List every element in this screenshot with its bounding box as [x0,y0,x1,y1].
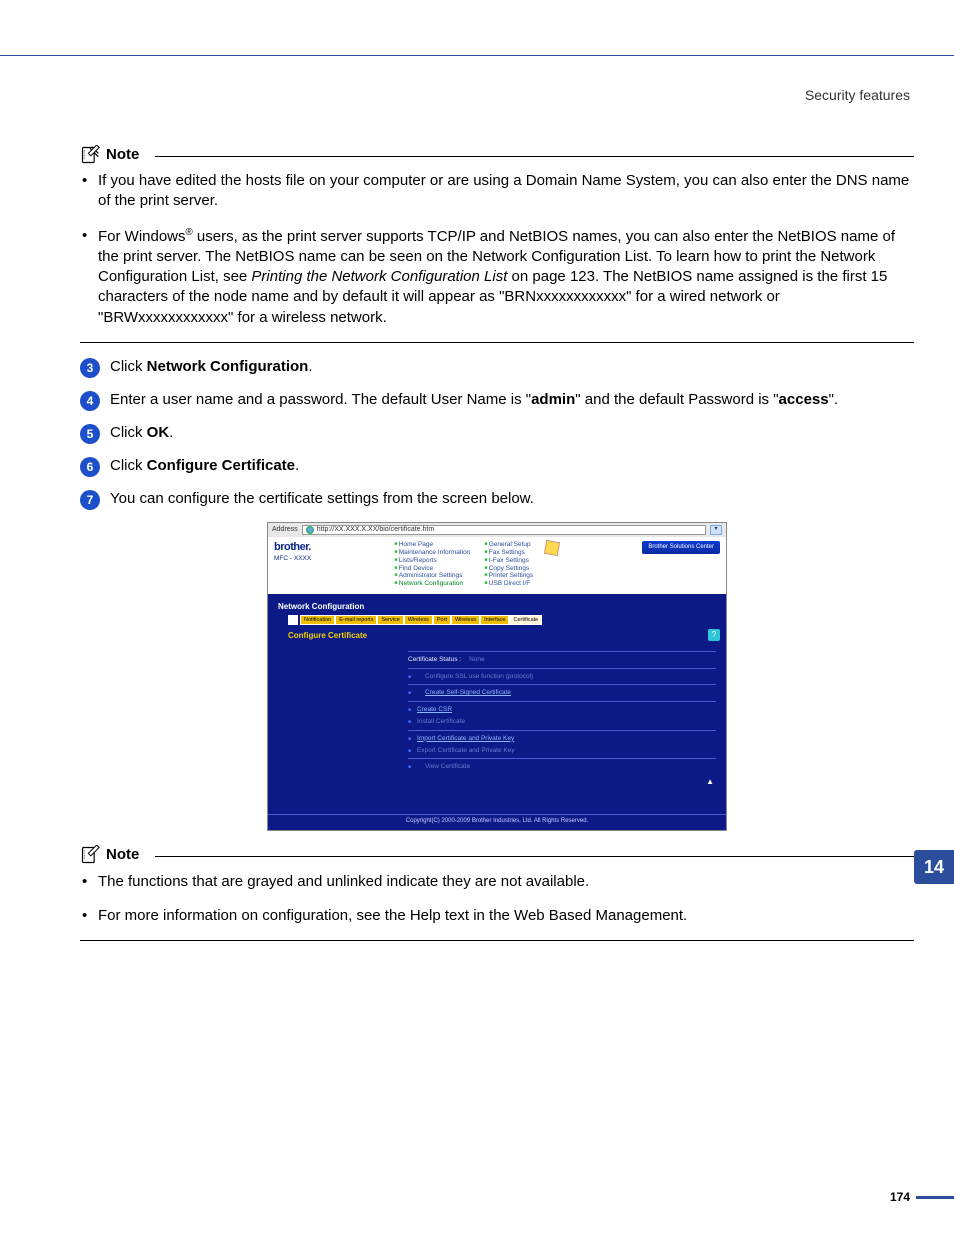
nav-link[interactable]: USB Direct I/F [484,580,533,588]
config-ssl: Configure SSL use function (protocol) [425,673,533,681]
item-row: View Certificate [408,758,716,775]
note-icon [80,845,100,865]
nav-column-1: Home Page Maintenance Information Lists/… [394,541,470,588]
web-body: Network Configuration Notification E-mai… [268,594,726,814]
tab[interactable]: Interface [480,615,509,626]
scroll-top-icon[interactable]: ▲ [408,775,716,787]
config-tabs: Notification E-mail reports Service Wire… [288,615,716,626]
step-text: Click OK. [110,423,914,443]
export-cert: Export Certificate and Private Key [417,747,515,754]
nav-link[interactable]: Maintenance Information [394,549,470,557]
note-label: Note [106,145,139,165]
step-badge: 5 [80,424,100,444]
item-row: Configure SSL use function (protocol) [408,668,716,685]
step-text: You can configure the certificate settin… [110,489,914,509]
certificate-panel: ? Configure Certificate Certificate Stat… [408,631,716,787]
note-rule [155,156,914,157]
tab[interactable]: Notification [300,615,335,626]
copyright-text: Copyright(C) 2000-2009 Brother Industrie… [268,814,726,830]
status-row: Certificate Status : None [408,651,716,668]
page-top-rule [0,0,954,56]
running-header: Security features [80,86,910,105]
step-text: Click Configure Certificate. [110,456,914,476]
note1-bullet-2: For Windows® users, as the print server … [94,226,914,328]
address-label: Address [272,526,298,534]
item-row-group: Import Certificate and Private Key Expor… [408,730,716,759]
page-content: Security features Note If you have edite… [0,56,954,1235]
note1-bullet-1: If you have edited the hosts file on you… [94,171,914,212]
note-block-2: Note The functions that are grayed and u… [80,845,914,941]
tab[interactable]: Wireless [404,615,433,626]
nav-link[interactable]: I-Fax Settings [484,557,533,565]
embedded-screenshot: Address http://XX.XXX.X.XX/bio/certifica… [267,522,727,831]
browser-address-bar: Address http://XX.XXX.X.XX/bio/certifica… [268,523,726,537]
brand-logo: brother. [274,541,311,554]
web-top-nav: brother. MFC - XXXX Home Page Maintenanc… [268,537,726,594]
steps-list: 3 Click Network Configuration. 4 Enter a… [80,357,914,510]
item-row-group: Create CSR Install Certificate [408,701,716,730]
nav-link[interactable]: General Setup [484,541,533,549]
step-6: 6 Click Configure Certificate. [80,456,914,477]
nav-link[interactable]: Find Device [394,565,470,573]
note-icon [80,145,100,165]
step-3: 3 Click Network Configuration. [80,357,914,378]
note-rule [155,856,914,857]
globe-icon [306,526,314,534]
page-number: 174 [890,1189,910,1205]
step-badge: 6 [80,457,100,477]
note-label: Note [106,845,139,865]
doc-icon [288,615,298,625]
step-badge: 7 [80,490,100,510]
address-url-field[interactable]: http://XX.XXX.X.XX/bio/certificate.htm [302,525,706,535]
step-badge: 3 [80,358,100,378]
note2-bullet-2: For more information on configuration, s… [94,906,914,926]
nav-link-active[interactable]: Network Configuration [394,580,470,588]
solutions-center-button[interactable]: Brother Solutions Center [642,541,720,554]
nav-link[interactable]: Lists/Reports [394,557,470,565]
nav-link[interactable]: Home Page [394,541,470,549]
panel-title: Configure Certificate [288,631,716,641]
step-text: Enter a user name and a password. The de… [110,390,914,410]
nav-link[interactable]: Fax Settings [484,549,533,557]
section-title: Network Configuration [278,602,716,612]
step-5: 5 Click OK. [80,423,914,444]
install-cert: Install Certificate [417,718,465,725]
tab[interactable]: Wireless [451,615,480,626]
tab-selected[interactable]: Certificate [509,615,542,626]
nav-link[interactable]: Printer Settings [484,572,533,580]
note-rule-end [80,342,914,343]
step-text: Click Network Configuration. [110,357,914,377]
import-cert-link[interactable]: Import Certificate and Private Key [417,735,514,742]
item-row: Create Self-Signed Certificate [408,684,716,701]
tab[interactable]: E-mail reports [335,615,377,626]
create-csr-link[interactable]: Create CSR [417,706,452,713]
chapter-tab: 14 [914,850,954,884]
view-cert: View Certificate [425,763,470,771]
note-block-1: Note If you have edited the hosts file o… [80,145,914,343]
create-self-signed-link[interactable]: Create Self-Signed Certificate [425,689,511,697]
note-rule-end [80,940,914,941]
note-sticky-icon [544,540,560,556]
step-badge: 4 [80,391,100,411]
address-dropdown-icon[interactable]: ▾ [710,525,722,535]
nav-column-2: General Setup Fax Settings I-Fax Setting… [484,541,533,588]
status-value: None [469,656,485,664]
nav-link[interactable]: Administrator Settings [394,572,470,580]
model-name: MFC - XXXX [274,555,311,563]
nav-link[interactable]: Copy Settings [484,565,533,573]
tab[interactable]: Port [433,615,451,626]
help-icon[interactable]: ? [708,629,720,641]
status-label: Certificate Status : [408,656,461,664]
step-7: 7 You can configure the certificate sett… [80,489,914,510]
address-url-text: http://XX.XXX.X.XX/bio/certificate.htm [317,526,435,534]
step-4: 4 Enter a user name and a password. The … [80,390,914,411]
tab[interactable]: Service [377,615,403,626]
note2-bullet-1: The functions that are grayed and unlink… [94,872,914,892]
